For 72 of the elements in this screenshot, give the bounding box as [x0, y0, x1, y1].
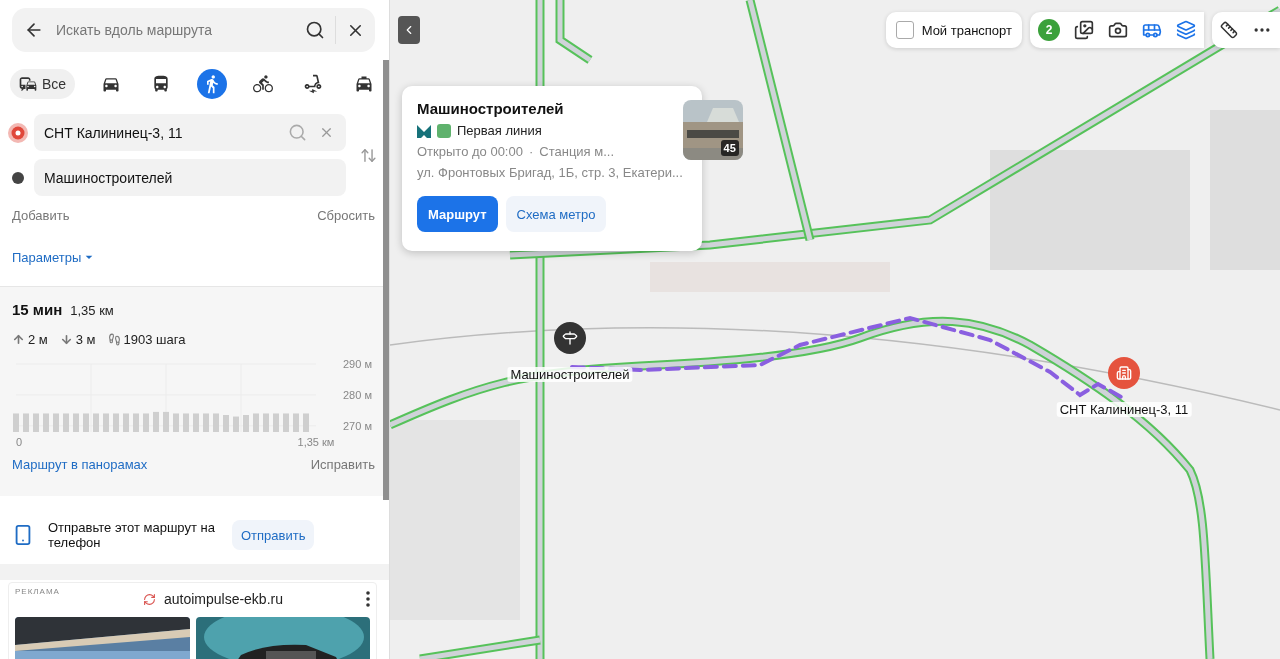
elevation-bar	[63, 413, 69, 432]
elevation-bar	[213, 413, 219, 432]
send-button[interactable]: Отправить	[232, 520, 315, 550]
swap-button[interactable]	[360, 146, 377, 164]
ad-domain[interactable]: autoimpulse-ekb.ru	[163, 591, 283, 607]
clear-icon[interactable]	[319, 125, 334, 140]
descent-icon	[59, 333, 73, 346]
elevation-bar	[283, 413, 289, 432]
axis-label: 270 м	[343, 419, 372, 432]
search-field[interactable]: Искать вдоль маршрута	[54, 21, 295, 39]
route-time: 15 мин	[12, 301, 63, 318]
send-text: Отправьте этот маршрут на телефон	[48, 520, 216, 550]
steps-count: 1903 шага	[123, 332, 186, 347]
waypoint-field[interactable]: СНТ Калининец-3, 11	[34, 114, 346, 151]
elevation-bar	[183, 413, 189, 432]
axis-label: 280 м	[343, 388, 372, 401]
more-button[interactable]	[366, 591, 370, 607]
search-button[interactable]	[305, 20, 325, 40]
axis-label: 1,35 км	[297, 436, 335, 448]
elevation-bar	[123, 413, 129, 432]
transport-icon	[18, 74, 38, 94]
scrollbar[interactable]	[383, 60, 389, 500]
elevation-bar	[153, 411, 159, 432]
elevation-bar	[133, 413, 139, 432]
search-icon	[305, 20, 325, 40]
waypoint-field[interactable]: Машиностроителей	[34, 159, 346, 196]
elevation-bar	[143, 413, 149, 432]
route-distance: 1,35 км	[70, 303, 114, 318]
elevation-bar	[83, 413, 89, 432]
more-icon	[366, 591, 370, 607]
elevation-bar	[203, 413, 209, 432]
elevation-bar	[13, 413, 19, 432]
ad-label: РЕКЛАМА	[15, 587, 60, 596]
reset-link[interactable]: Сбросить	[317, 208, 375, 223]
elevation-bar	[163, 411, 169, 432]
axis-label: 0	[16, 436, 23, 448]
elevation-bar	[263, 413, 269, 432]
fix-link[interactable]: Исправить	[310, 457, 375, 472]
elevation-bar	[23, 413, 29, 432]
elevation-bar	[33, 413, 39, 432]
elevation-bar	[233, 416, 239, 432]
elevation-bar	[93, 413, 99, 432]
origin-dot-icon	[8, 122, 28, 143]
elevation-bar	[223, 415, 229, 432]
logo-icon	[142, 592, 156, 606]
transport-mode-tab[interactable]: Все	[10, 69, 76, 99]
elevation-bar	[173, 413, 179, 432]
parameters-link[interactable]: Параметры	[12, 249, 98, 265]
elevation-bar	[193, 413, 199, 432]
ascent-icon	[12, 333, 25, 346]
elevation-bar	[73, 413, 79, 432]
elevation-bar	[113, 413, 119, 432]
elevation-bar	[273, 413, 279, 432]
ad-card[interactable]: РЕКЛАМА autoimpulse-ekb.ru	[8, 582, 377, 659]
axis-label: 290 м	[343, 358, 372, 370]
elevation-bar	[103, 413, 109, 432]
bicycle-icon	[252, 74, 273, 94]
descent-value: 3 м	[75, 332, 96, 347]
elevation-bar	[53, 413, 59, 432]
elevation-bar	[293, 413, 299, 432]
search-bar[interactable]: Искать вдоль маршрута	[12, 8, 375, 52]
destination-dot-icon	[12, 171, 24, 184]
elevation-bar	[253, 413, 259, 432]
scooter-icon	[303, 74, 324, 94]
elevation-bar	[43, 413, 49, 432]
footprints-icon	[107, 333, 121, 346]
panorama-link[interactable]: Маршрут в панорамах	[12, 457, 148, 472]
swap-icon	[360, 146, 377, 164]
add-link[interactable]: Добавить	[12, 208, 70, 223]
elevation-bar	[243, 415, 249, 432]
ascent-value: 2 м	[28, 332, 48, 347]
elevation-bar	[303, 413, 309, 432]
